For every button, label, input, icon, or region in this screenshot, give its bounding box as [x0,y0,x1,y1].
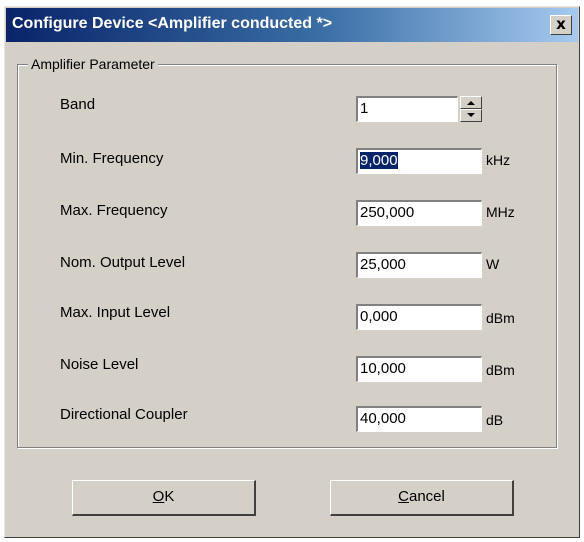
cancel-label-rest: ancel [408,488,445,505]
max-input-level-value: 0,000 [360,308,398,325]
max-input-level-unit: dBm [486,310,515,326]
min-frequency-label: Min. Frequency [60,150,164,167]
directional-coupler-unit: dB [486,412,504,428]
max-input-level-input[interactable]: 0,000 [356,304,482,330]
ok-label-rest: K [164,488,175,505]
nom-output-level-value: 25,000 [360,256,406,273]
min-frequency-input[interactable]: 9,000 [356,148,482,174]
cancel-mnemonic: C [398,488,409,505]
close-button[interactable]: x [550,15,572,35]
spin-down-button[interactable] [460,109,482,122]
nom-output-level-input[interactable]: 25,000 [356,252,482,278]
noise-level-label: Noise Level [60,356,139,373]
directional-coupler-label: Directional Coupler [60,406,188,423]
noise-level-value: 10,000 [360,360,406,377]
triangle-down-icon [467,113,475,117]
band-input[interactable]: 1 [356,96,458,122]
cancel-button[interactable]: Cancel [330,480,514,516]
noise-level-input[interactable]: 10,000 [356,356,482,382]
band-value: 1 [360,100,369,117]
ok-button[interactable]: OK [72,480,256,516]
group-title: Amplifier Parameter [28,56,158,72]
min-frequency-unit: kHz [486,152,511,168]
directional-coupler-input[interactable]: 40,000 [356,406,482,432]
triangle-up-icon [467,101,475,105]
band-spinner[interactable] [460,96,482,122]
band-label: Band [60,96,96,113]
min-frequency-value: 9,000 [360,152,398,169]
max-frequency-input[interactable]: 250,000 [356,200,482,226]
window-title: Configure Device <Amplifier conducted *> [12,15,333,32]
max-frequency-value: 250,000 [360,204,415,221]
nom-output-level-label: Nom. Output Level [60,254,186,271]
ok-mnemonic: O [152,488,165,505]
directional-coupler-value: 40,000 [360,410,406,427]
max-input-level-label: Max. Input Level [60,304,171,321]
max-frequency-unit: MHz [486,204,515,220]
max-frequency-label: Max. Frequency [60,202,168,219]
spin-up-button[interactable] [460,96,482,109]
nom-output-level-unit: W [486,256,500,272]
noise-level-unit: dBm [486,362,515,378]
title-bar[interactable]: Configure Device <Amplifier conducted *>… [6,8,578,42]
close-icon: x [556,15,566,33]
